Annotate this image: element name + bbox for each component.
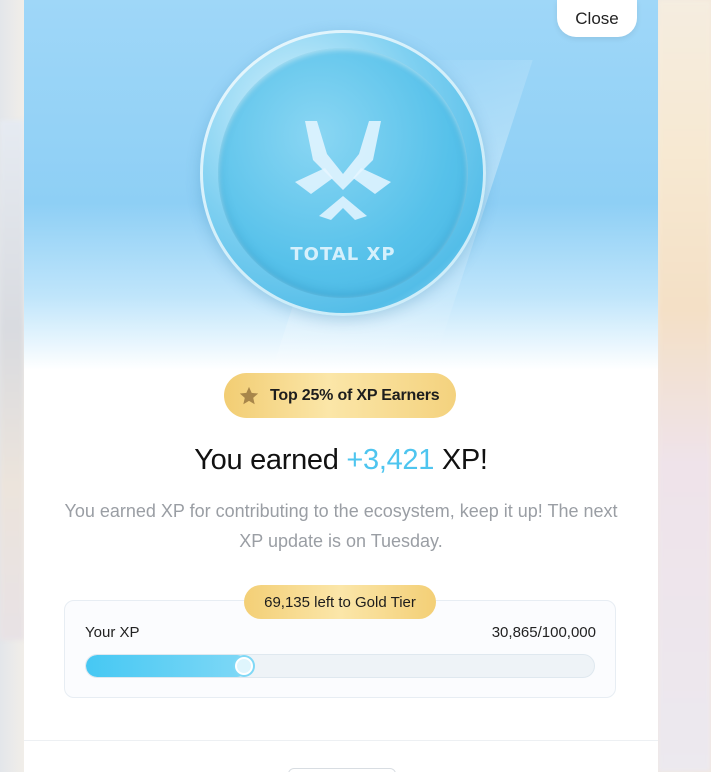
total-xp-coin: TOTAL XP	[200, 30, 486, 316]
your-xp-label: Your XP	[85, 624, 140, 641]
headline-suffix: XP!	[441, 444, 488, 476]
coin-label: TOTAL XP	[290, 244, 396, 265]
xp-earned-headline: You earned +3,421 XP!	[24, 444, 658, 477]
xp-progress-track	[85, 654, 595, 678]
xp-progress-fill	[86, 655, 248, 677]
footer-button[interactable]	[288, 768, 396, 772]
total-xp-logo-icon	[295, 121, 391, 220]
hero-banner: TOTAL XP	[24, 0, 658, 370]
close-button[interactable]: Close	[557, 0, 637, 37]
star-icon	[239, 386, 259, 404]
rank-badge: Top 25% of XP Earners	[224, 373, 456, 418]
background-left-blur	[0, 120, 24, 640]
footer-divider	[24, 740, 658, 741]
xp-reward-modal: TOTAL XP Close Top 25% of XP Earners You…	[24, 0, 658, 772]
headline-amount: +3,421	[346, 444, 435, 476]
tier-remaining-pill: 69,135 left to Gold Tier	[244, 585, 436, 619]
rank-badge-label: Top 25% of XP Earners	[270, 386, 440, 404]
xp-value: 30,865/100,000	[491, 624, 596, 641]
xp-progress-knob	[235, 657, 253, 675]
background-right-blur	[658, 0, 711, 772]
headline-prefix: You earned	[194, 444, 339, 476]
xp-description: You earned XP for contributing to the ec…	[64, 501, 618, 551]
